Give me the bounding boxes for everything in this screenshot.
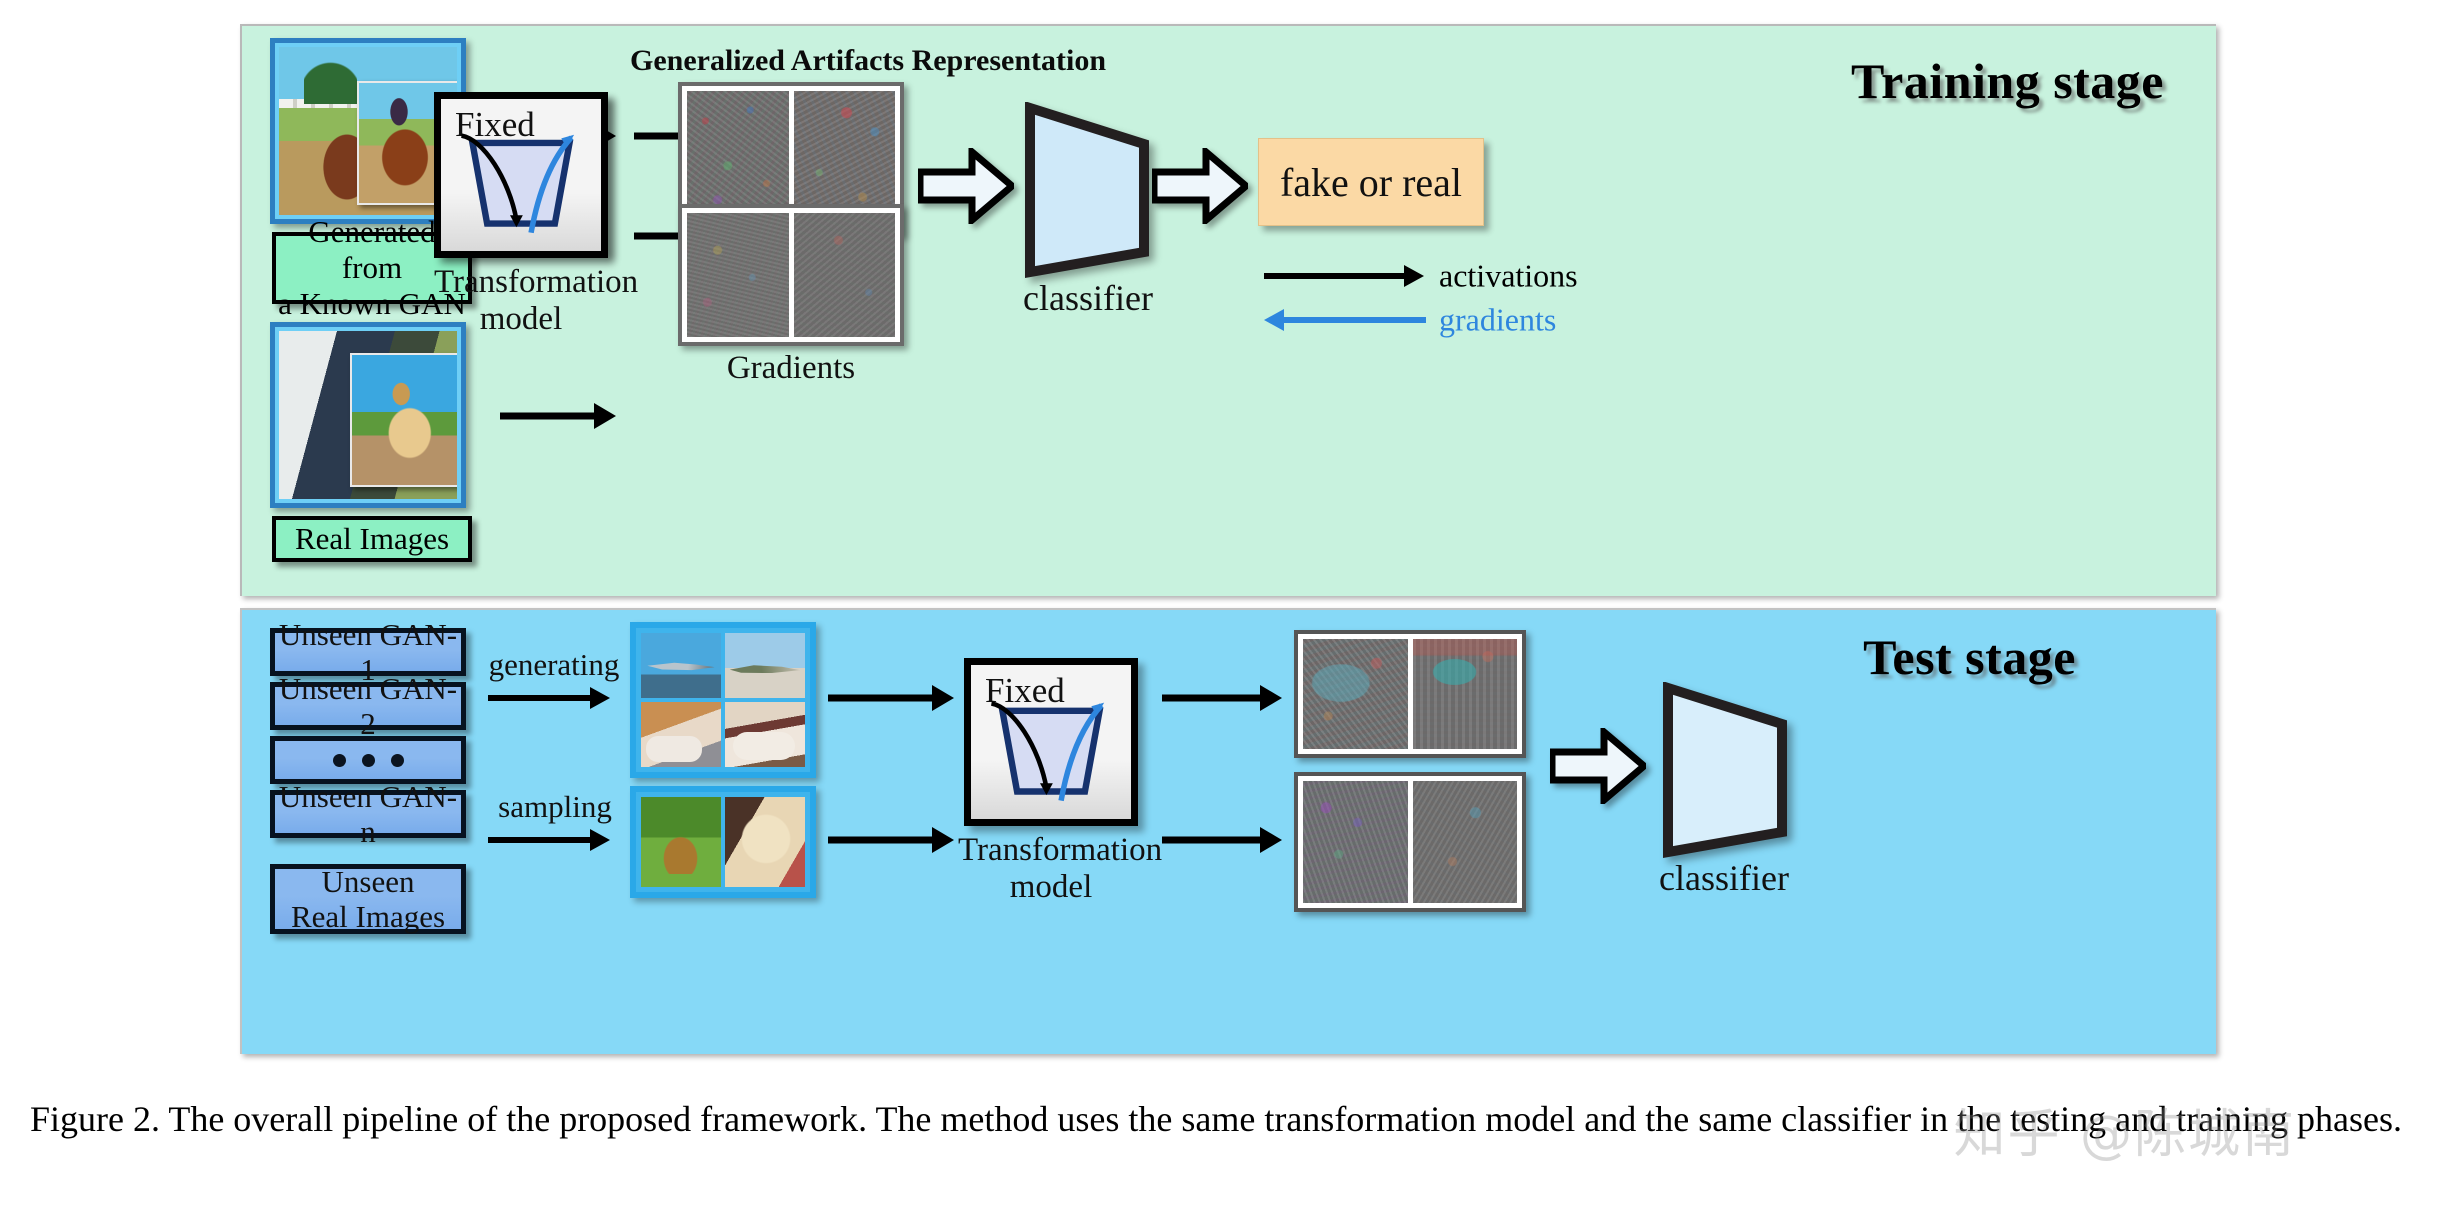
tm-test-label-line1: Transformation (958, 832, 1163, 868)
test-artifacts-images-bottom (1294, 772, 1526, 912)
test-artifact-tile-4 (1412, 781, 1517, 903)
unseen-gan-box-2: Unseen GAN-2 (270, 671, 466, 741)
real-image-overlay (350, 352, 457, 488)
legend-training: activations gradients (1264, 254, 1684, 342)
tm-label-line1: Transformation (434, 264, 639, 300)
test-artifacts-images-top (1294, 630, 1526, 758)
test-image-airplane-1 (641, 633, 721, 698)
output-label-text: fake or real (1279, 159, 1463, 205)
generated-caption-line1: Generated from (308, 214, 436, 286)
unseen-gan-box-ellipsis (270, 736, 466, 784)
test-real-image-grid (630, 786, 816, 898)
gradient-tile-1 (687, 213, 789, 337)
test-image-airplane-2 (725, 633, 805, 698)
transform-diagram-training (460, 133, 575, 234)
test-generated-image-grid (630, 622, 816, 778)
classifier-shape-test (1660, 681, 1790, 858)
legend-activations-label: activations (1439, 257, 1578, 294)
legend-gradients-label: gradients (1439, 301, 1557, 338)
real-image-caption: Real Images (272, 516, 472, 562)
gradients-images (678, 204, 904, 346)
output-label-box: fake or real (1258, 138, 1484, 226)
classifier-label-training: classifier (1023, 278, 1153, 318)
unseen-real-line2: Real Images (290, 899, 446, 934)
unseen-gan-box-n: Unseen GAN-n (270, 779, 466, 849)
gradients-label: Gradients (726, 350, 856, 386)
unseen-real-images-box: Unseen Real Images (270, 864, 466, 934)
test-image-bedroom-1 (641, 702, 721, 767)
transformation-model-label-test: Transformation model (958, 832, 1162, 906)
test-artifact-tile-2 (1412, 639, 1517, 749)
test-artifact-tile-3 (1303, 781, 1408, 903)
tm-label-line2: model (479, 300, 563, 337)
gradient-tile-2 (793, 213, 895, 337)
real-caption-line1: Real Images (294, 521, 450, 557)
legend-row-activations: activations (1264, 254, 1684, 298)
test-stage-title: Test stage (1863, 629, 2076, 685)
unseen-gan-box-1: Unseen GAN-1 (270, 617, 466, 687)
training-stage-title: Training stage (1850, 53, 2164, 109)
classifier-shape-training (1022, 101, 1152, 278)
classifier-label-test: classifier (1659, 858, 1789, 898)
test-stage-panel: Test stage Unseen GAN-1 Unseen GAN-2 Uns… (240, 608, 2216, 1054)
real-image-thumbnail (270, 322, 466, 508)
sampling-label: sampling (498, 789, 612, 824)
unseen-real-line1: Unseen (321, 863, 415, 899)
ellipsis-dots (332, 753, 404, 767)
generated-image-content (279, 47, 457, 215)
unseen-gan-label-n: Unseen GAN-n (278, 778, 458, 849)
figure-caption: Figure 2. The overall pipeline of the pr… (30, 1099, 2403, 1139)
test-image-rabbit (641, 797, 721, 887)
unseen-gan-label-2: Unseen GAN-2 (278, 670, 458, 741)
test-image-bedroom-2 (725, 702, 805, 767)
legend-row-gradients: gradients (1264, 298, 1684, 342)
test-image-dog (725, 797, 805, 887)
test-artifact-tile-1 (1303, 639, 1408, 749)
block-arrow-to-output (1150, 144, 1252, 228)
transformation-model-box: Fixed (434, 92, 608, 258)
transform-diagram-test (990, 701, 1105, 802)
real-image-content (279, 331, 457, 499)
transformation-model-box-test: Fixed (964, 658, 1138, 826)
block-arrow-to-classifier-test (1548, 724, 1650, 808)
figure-root: Training stage Generated from a Known GA… (0, 0, 2448, 1230)
transformation-model-label-training: Transformation model (434, 264, 638, 338)
training-stage-panel: Training stage Generated from a Known GA… (240, 24, 2216, 596)
generating-label: generating (488, 647, 620, 682)
block-arrow-to-classifier-training (916, 144, 1018, 228)
tm-test-label-line2: model (1009, 868, 1093, 905)
generalized-artifacts-title: Generalized Artifacts Representation (630, 44, 1107, 77)
